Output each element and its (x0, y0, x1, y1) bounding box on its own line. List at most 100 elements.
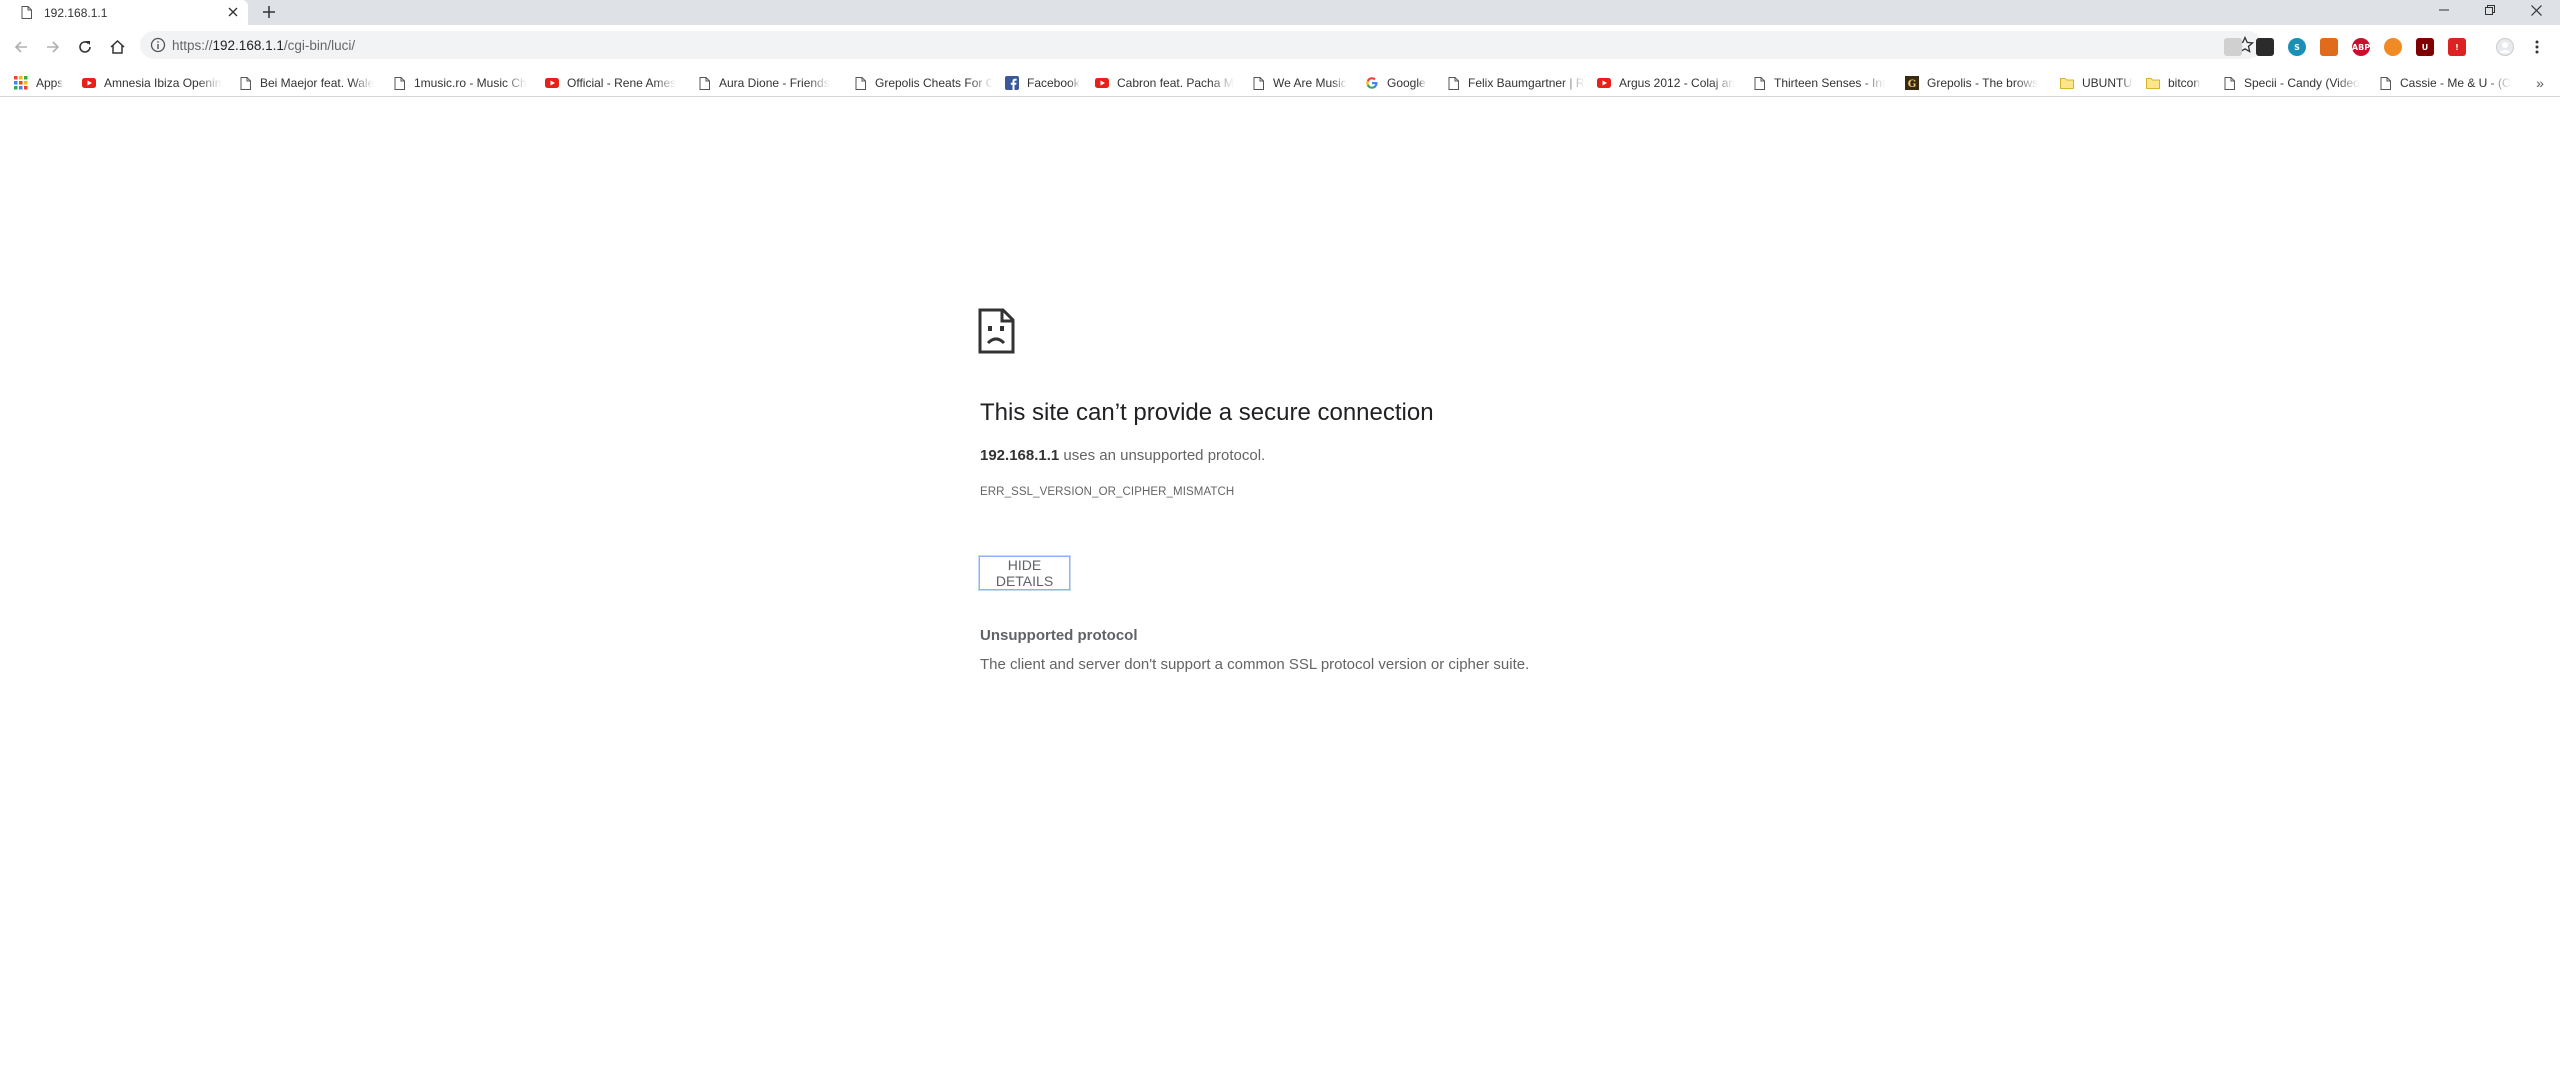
youtube-icon (1597, 76, 1611, 90)
page-icon (853, 76, 867, 90)
bookmark-label: Amnesia Ibiza Opening (104, 76, 222, 90)
lastpass-extension-icon[interactable]: ! (2448, 38, 2466, 56)
bookmark-label: Bei Maejor feat. Wale (260, 76, 375, 90)
restore-icon (2485, 5, 2495, 15)
bookmark-label: Apps (36, 76, 64, 90)
page-icon (238, 76, 252, 90)
error-title: This site can’t provide a secure connect… (980, 399, 1434, 426)
bookmarks-bar: Apps Amnesia Ibiza Opening Bei Maejor feat… (0, 69, 2560, 97)
page-icon (392, 76, 406, 90)
bookmark-label: Cabron feat. Pacha M (1117, 76, 1234, 90)
page-icon (2222, 76, 2236, 90)
details-title: Unsupported protocol (980, 627, 1138, 644)
page-icon (2378, 76, 2392, 90)
profile-avatar-button[interactable] (2496, 38, 2514, 56)
tab-close-button[interactable] (224, 3, 242, 21)
menu-button[interactable] (2528, 38, 2546, 56)
browser-toolbar: https://192.168.1.1/cgi-bin/luci/ S ABP U! (0, 25, 2560, 69)
youtube-icon (545, 76, 559, 90)
address-bar[interactable]: https://192.168.1.1/cgi-bin/luci/ (140, 31, 2262, 59)
acrobat-extension-icon[interactable] (2224, 38, 2242, 56)
bookmark-label: Facebook (1027, 76, 1080, 90)
bookmark-label: Official - Rene Ames (567, 76, 677, 90)
folder-icon (2060, 76, 2074, 90)
restore-button[interactable] (2470, 0, 2510, 20)
bookmark-item[interactable]: UBUNTU (2060, 74, 2132, 92)
bookmark-item[interactable]: Google (1365, 74, 1426, 92)
apps-grid-icon (14, 76, 28, 90)
bookmark-item[interactable]: Facebook (1005, 74, 1080, 92)
page-icon (21, 6, 32, 19)
kebab-menu-icon (2535, 40, 2539, 54)
bookmark-label: Thirteen Senses - Int (1774, 76, 1886, 90)
info-icon[interactable] (150, 37, 166, 53)
error-description: 192.168.1.1 uses an unsupported protocol… (980, 447, 1265, 464)
url-host: 192.168.1.1 (212, 38, 284, 53)
svg-text:G: G (1908, 79, 1917, 90)
bookmark-item[interactable]: Official - Rene Ames (545, 74, 676, 92)
bookmark-item[interactable]: Bei Maejor feat. Wale (238, 74, 374, 92)
details-body: The client and server don't support a co… (980, 656, 1530, 673)
close-window-button[interactable] (2516, 0, 2556, 20)
bookmark-item[interactable]: Cabron feat. Pacha M (1095, 74, 1234, 92)
error-host: 192.168.1.1 (980, 447, 1060, 464)
facebook-icon (1005, 76, 1019, 90)
arrow-right-icon (47, 41, 60, 53)
bookmark-label: Google (1387, 76, 1426, 90)
error-code: ERR_SSL_VERSION_OR_CIPHER_MISMATCH (980, 486, 1235, 498)
adblock-plus-extension-icon[interactable]: ABP (2352, 38, 2370, 56)
page-icon (1446, 76, 1460, 90)
page-icon (1251, 76, 1265, 90)
bookmark-label: Aura Dione - Friends (719, 76, 830, 90)
bookmark-item[interactable]: Specii - Candy (Video (2222, 74, 2360, 92)
home-icon (109, 40, 125, 54)
bookmark-label: Specii - Candy (Video (2244, 76, 2360, 90)
bookmark-item[interactable]: Aura Dione - Friends (697, 74, 830, 92)
bookmark-item[interactable]: We Are Music (1251, 74, 1347, 92)
bookmark-label: 1music.ro - Music Ch (414, 76, 527, 90)
close-icon (228, 7, 238, 17)
bookmark-item[interactable]: Argus 2012 - Colaj an (1597, 74, 1735, 92)
home-button[interactable] (104, 34, 130, 60)
error-desc-text: uses an unsupported protocol. (1059, 447, 1266, 464)
bookmark-label: bitcon (2168, 76, 2201, 90)
bookmark-item[interactable]: bitcon (2146, 74, 2200, 92)
hide-details-button[interactable]: HIDE DETAILS (978, 555, 1071, 591)
bookmark-item[interactable]: Cassie - Me & U - (O (2378, 74, 2511, 92)
bookmark-item[interactable]: 1music.ro - Music Ch (392, 74, 527, 92)
bookmark-label: Cassie - Me & U - (O (2400, 76, 2512, 90)
bookmark-item[interactable]: Apps (14, 74, 63, 92)
minimize-button[interactable] (2424, 0, 2464, 20)
tab-title: 192.168.1.1 (44, 6, 108, 20)
google-icon (1365, 76, 1379, 90)
tab-active[interactable]: 192.168.1.1 (0, 0, 248, 25)
minimize-icon (2439, 9, 2449, 11)
bookmarks-overflow-button[interactable]: » (2530, 74, 2550, 92)
devtools-extension-icon[interactable] (2256, 38, 2274, 56)
forward-button[interactable] (40, 34, 66, 60)
page-icon (1752, 76, 1766, 90)
avatar-icon (2496, 38, 2514, 56)
bookmark-item[interactable]: Thirteen Senses - Int (1752, 74, 1885, 92)
new-tab-button[interactable] (258, 1, 280, 23)
tab-strip: 192.168.1.1 (0, 0, 2560, 25)
ublock-extension-icon[interactable]: U (2416, 38, 2434, 56)
bookmark-item[interactable]: Amnesia Ibiza Opening (82, 74, 222, 92)
bookmark-item[interactable]: Felix Baumgartner | R (1446, 74, 1585, 92)
honey-extension-icon[interactable] (2320, 38, 2338, 56)
close-icon (2530, 4, 2542, 16)
youtube-icon (82, 76, 96, 90)
bookmark-label: We Are Music (1273, 76, 1347, 90)
vpn-extension-icon[interactable] (2384, 38, 2402, 56)
skype-extension-icon[interactable]: S (2288, 38, 2306, 56)
arrow-left-icon (14, 41, 27, 53)
url-text[interactable]: https://192.168.1.1/cgi-bin/luci/ (172, 38, 355, 53)
youtube-icon (1095, 76, 1109, 90)
plus-icon (263, 6, 275, 18)
bookmark-item[interactable]: G Grepolis - The brows (1905, 74, 2038, 92)
back-button[interactable] (8, 34, 34, 60)
page-icon (697, 76, 711, 90)
reload-button[interactable] (72, 34, 98, 60)
bookmark-label: Grepolis - The brows (1927, 76, 2039, 90)
bookmark-item[interactable]: Grepolis Cheats For C (853, 74, 993, 92)
